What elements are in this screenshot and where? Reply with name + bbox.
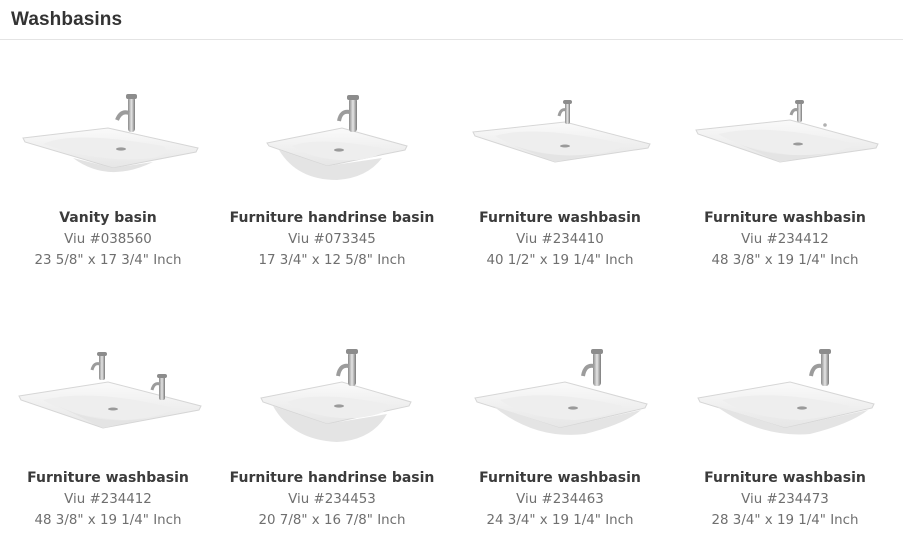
product-sku: Viu #234412 (64, 492, 152, 507)
product-card-furniture-washbasin[interactable]: Furniture washbasin Viu #234463 24 3/4" … (447, 348, 673, 531)
product-sku: Viu #234463 (516, 492, 604, 507)
product-name: Furniture washbasin (27, 470, 189, 486)
product-name: Furniture handrinse basin (229, 470, 435, 486)
product-card-furniture-washbasin[interactable]: Furniture washbasin Viu #234412 48 3/8" … (672, 88, 898, 271)
product-sku: Viu #234410 (516, 232, 604, 247)
product-dimensions: 40 1/2" x 19 1/4" Inch (486, 253, 634, 268)
product-dimensions: 17 3/4" x 12 5/8" Inch (258, 253, 406, 268)
basin-image (219, 348, 445, 468)
basin-image (672, 88, 898, 208)
product-dimensions: 20 7/8" x 16 7/8" Inch (258, 513, 406, 528)
product-name: Furniture washbasin (479, 210, 641, 226)
product-card-handrinse-basin[interactable]: Furniture handrinse basin Viu #073345 17… (219, 88, 445, 271)
product-dimensions: 48 3/8" x 19 1/4" Inch (711, 253, 859, 268)
product-name: Furniture handrinse basin (229, 210, 435, 226)
product-sku: Viu #234412 (741, 232, 829, 247)
product-sku: Viu #234473 (741, 492, 829, 507)
product-name: Furniture washbasin (704, 210, 866, 226)
product-card-handrinse-basin[interactable]: Furniture handrinse basin Viu #234453 20… (219, 348, 445, 531)
page-header: Washbasins (0, 0, 903, 40)
product-card-furniture-washbasin[interactable]: Furniture washbasin Viu #234412 48 3/8" … (0, 348, 221, 531)
basin-image (219, 88, 445, 208)
product-dimensions: 24 3/4" x 19 1/4" Inch (486, 513, 634, 528)
product-name: Vanity basin (59, 210, 157, 226)
basin-image (447, 88, 673, 208)
product-dimensions: 23 5/8" x 17 3/4" Inch (34, 253, 182, 268)
page-title: Washbasins (11, 8, 123, 30)
basin-image (672, 348, 898, 468)
product-sku: Viu #073345 (288, 232, 376, 247)
product-card-vanity-basin[interactable]: Vanity basin Viu #038560 23 5/8" x 17 3/… (0, 88, 221, 271)
product-sku: Viu #234453 (288, 492, 376, 507)
basin-image (447, 348, 673, 468)
product-sku: Viu #038560 (64, 232, 152, 247)
basin-image (0, 88, 221, 208)
product-card-furniture-washbasin[interactable]: Furniture washbasin Viu #234410 40 1/2" … (447, 88, 673, 271)
product-dimensions: 28 3/4" x 19 1/4" Inch (711, 513, 859, 528)
product-name: Furniture washbasin (479, 470, 641, 486)
basin-image (0, 348, 221, 468)
product-dimensions: 48 3/8" x 19 1/4" Inch (34, 513, 182, 528)
product-name: Furniture washbasin (704, 470, 866, 486)
product-card-furniture-washbasin[interactable]: Furniture washbasin Viu #234473 28 3/4" … (672, 348, 898, 531)
product-grid: Vanity basin Viu #038560 23 5/8" x 17 3/… (0, 40, 903, 538)
